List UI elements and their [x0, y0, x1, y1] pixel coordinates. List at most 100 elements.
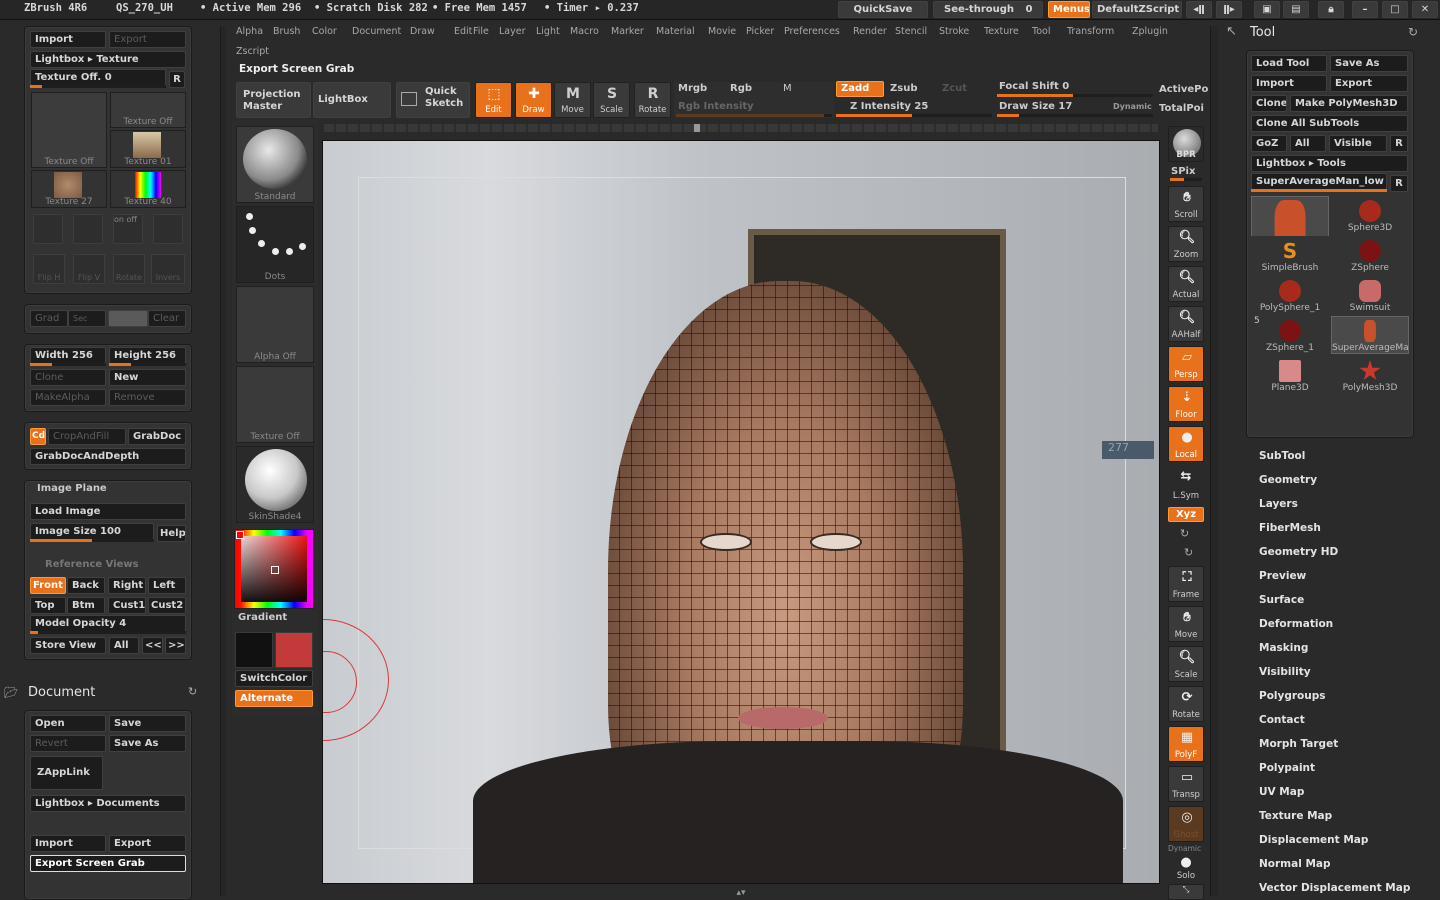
- section-normal-map[interactable]: Normal Map: [1259, 858, 1331, 870]
- section-layers[interactable]: Layers: [1259, 498, 1298, 510]
- frame-button[interactable]: ⛶ Frame: [1168, 566, 1204, 602]
- rotate-axis-icon[interactable]: ↻: [1180, 527, 1189, 540]
- local-button[interactable]: ● Local: [1168, 426, 1204, 462]
- move-view-button[interactable]: ✋︎ Move: [1168, 606, 1204, 642]
- ghost-button[interactable]: ◎ Ghost: [1168, 806, 1204, 842]
- goz-button[interactable]: GoZ: [1251, 135, 1287, 152]
- refresh-icon[interactable]: ↻: [188, 685, 197, 698]
- persp-button[interactable]: ▱ Persp: [1168, 346, 1204, 382]
- close-icon[interactable]: ✕: [1412, 1, 1438, 18]
- rotate-texture-button[interactable]: Rotate: [113, 254, 145, 284]
- switch-color-button[interactable]: SwitchColor: [235, 670, 313, 687]
- dots-stroke-thumb[interactable]: Dots: [236, 206, 314, 283]
- export-tool-button[interactable]: Export: [1330, 75, 1408, 92]
- move-mode-button[interactable]: M Move: [554, 82, 591, 118]
- section-vector-displacement-map[interactable]: Vector Displacement Map: [1259, 882, 1410, 894]
- section-polygroups[interactable]: Polygroups: [1259, 690, 1326, 702]
- rotate-view-button[interactable]: ⟳ Rotate: [1168, 686, 1204, 722]
- width-slider[interactable]: Width 256: [30, 347, 106, 364]
- menu-stroke[interactable]: Stroke: [939, 26, 969, 37]
- model-opacity-slider-bar[interactable]: [30, 631, 186, 634]
- see-through-slider[interactable]: See-through 0: [933, 1, 1043, 18]
- mrgb-toggle[interactable]: Mrgb: [678, 83, 707, 94]
- left-view-button[interactable]: Left: [148, 577, 186, 594]
- texture-off-slider[interactable]: Texture Off. 0: [30, 69, 166, 86]
- current-tool-slider-bar[interactable]: [1251, 189, 1387, 192]
- lightbox-texture-button[interactable]: Lightbox ▸ Texture: [30, 51, 186, 68]
- menu-marker[interactable]: Marker: [611, 26, 644, 37]
- current-tool-slider[interactable]: SuperAverageMan_low: [1251, 173, 1387, 190]
- gauge-icon[interactable]: [153, 214, 183, 244]
- save-as-button[interactable]: Save As: [109, 735, 186, 752]
- lightbox-button[interactable]: LightBox: [313, 82, 391, 118]
- goz-all-button[interactable]: All: [1290, 135, 1326, 152]
- goz-visible-button[interactable]: Visible: [1329, 135, 1387, 152]
- material-thumb[interactable]: SkinShade4: [236, 446, 314, 523]
- right-panel-divider[interactable]: [1210, 26, 1218, 896]
- grad-button[interactable]: Grad: [30, 310, 68, 327]
- left-panel-divider[interactable]: [220, 26, 226, 896]
- menu-zscript[interactable]: Zscript: [236, 46, 269, 57]
- menu-macro[interactable]: Macro: [570, 26, 599, 37]
- section-preview[interactable]: Preview: [1259, 570, 1306, 582]
- alternate-button[interactable]: Alternate: [235, 690, 313, 707]
- sec-button[interactable]: Sec: [68, 310, 106, 327]
- image-plane-heading[interactable]: Image Plane: [37, 483, 107, 494]
- clone-texture-button[interactable]: Clone: [30, 369, 106, 386]
- make-polymesh-button[interactable]: Make PolyMesh3D: [1290, 95, 1408, 112]
- window-layout2-icon[interactable]: ▤: [1283, 1, 1309, 18]
- tool-thumb-sphere3d[interactable]: Sphere3D: [1331, 196, 1409, 234]
- save-button[interactable]: Save: [109, 715, 186, 732]
- secondary-color-swatch[interactable]: [275, 632, 313, 668]
- texture-r-button[interactable]: R: [169, 71, 185, 88]
- section-visibility[interactable]: Visibility: [1259, 666, 1311, 678]
- texture-off-thumb[interactable]: Texture Off: [31, 92, 107, 168]
- image-size-slider-bar[interactable]: [30, 539, 154, 542]
- menu-alpha[interactable]: Alpha: [236, 26, 263, 37]
- spix-slider[interactable]: SPix: [1171, 166, 1195, 177]
- layout-next-icon[interactable]: ǁ▸: [1216, 1, 1242, 18]
- menu-transform[interactable]: Transform: [1067, 26, 1114, 37]
- menu-brush[interactable]: Brush: [273, 26, 300, 37]
- gradient-label[interactable]: Gradient: [238, 612, 287, 623]
- menu-tool[interactable]: Tool: [1032, 26, 1050, 37]
- rgb-toggle[interactable]: Rgb: [730, 83, 752, 94]
- cd-toggle[interactable]: Cd: [30, 428, 46, 445]
- zsub-toggle[interactable]: Zsub: [890, 83, 917, 94]
- main-button[interactable]: Main: [108, 310, 148, 327]
- menu-draw[interactable]: Draw: [410, 26, 435, 37]
- canvas-bottom-handle[interactable]: ▴▾: [676, 888, 806, 898]
- floor-button[interactable]: ⇣ Floor: [1168, 386, 1204, 422]
- top-view-button[interactable]: Top: [30, 597, 66, 614]
- quick-sketch-button[interactable]: Quick Sketch: [396, 82, 470, 118]
- scale-mode-button[interactable]: S Scale: [593, 82, 630, 118]
- timeline-strip[interactable]: [324, 124, 1158, 132]
- layout-prev-icon[interactable]: ◂ǁ: [1186, 1, 1212, 18]
- lock-icon[interactable]: 🔒︎: [1318, 1, 1344, 18]
- tool-thumb-polysphere-1[interactable]: PolySphere_1: [1251, 276, 1329, 314]
- texture-27-thumb[interactable]: Texture 27: [31, 170, 107, 208]
- bottom-view-button[interactable]: Btm: [67, 597, 105, 614]
- tool-thumb-zsphere-1[interactable]: ZSphere_1: [1251, 316, 1329, 354]
- help-button[interactable]: Help: [157, 525, 186, 542]
- alpha-off-thumb[interactable]: Alpha Off: [236, 286, 314, 363]
- menu-file[interactable]: File: [473, 26, 489, 37]
- menu-stencil[interactable]: Stencil: [895, 26, 927, 37]
- lightbox-tools-button[interactable]: Lightbox ▸ Tools: [1251, 155, 1408, 172]
- open-button[interactable]: Open: [30, 715, 106, 732]
- minimize-icon[interactable]: –: [1352, 1, 1378, 18]
- zapplink-button[interactable]: ZAppLink: [30, 756, 103, 790]
- section-uv-map[interactable]: UV Map: [1259, 786, 1304, 798]
- all-views-button[interactable]: All: [109, 637, 139, 654]
- image-size-slider[interactable]: Image Size 100: [30, 523, 154, 540]
- aa-icon[interactable]: [73, 214, 103, 244]
- height-slider[interactable]: Height 256: [109, 347, 186, 364]
- flip-v-button[interactable]: Flip V: [73, 254, 105, 284]
- texture-40-thumb[interactable]: Texture 40: [110, 170, 186, 208]
- tool-thumb-polymesh3d[interactable]: PolyMesh3D: [1331, 356, 1409, 394]
- menu-render[interactable]: Render: [853, 26, 887, 37]
- edit-mode-button[interactable]: ⬚ Edit: [475, 82, 512, 118]
- flip-h-button[interactable]: Flip H: [33, 254, 65, 284]
- scale-view-button[interactable]: 🔍︎ Scale: [1168, 646, 1204, 682]
- menu-edit[interactable]: Edit: [454, 26, 472, 37]
